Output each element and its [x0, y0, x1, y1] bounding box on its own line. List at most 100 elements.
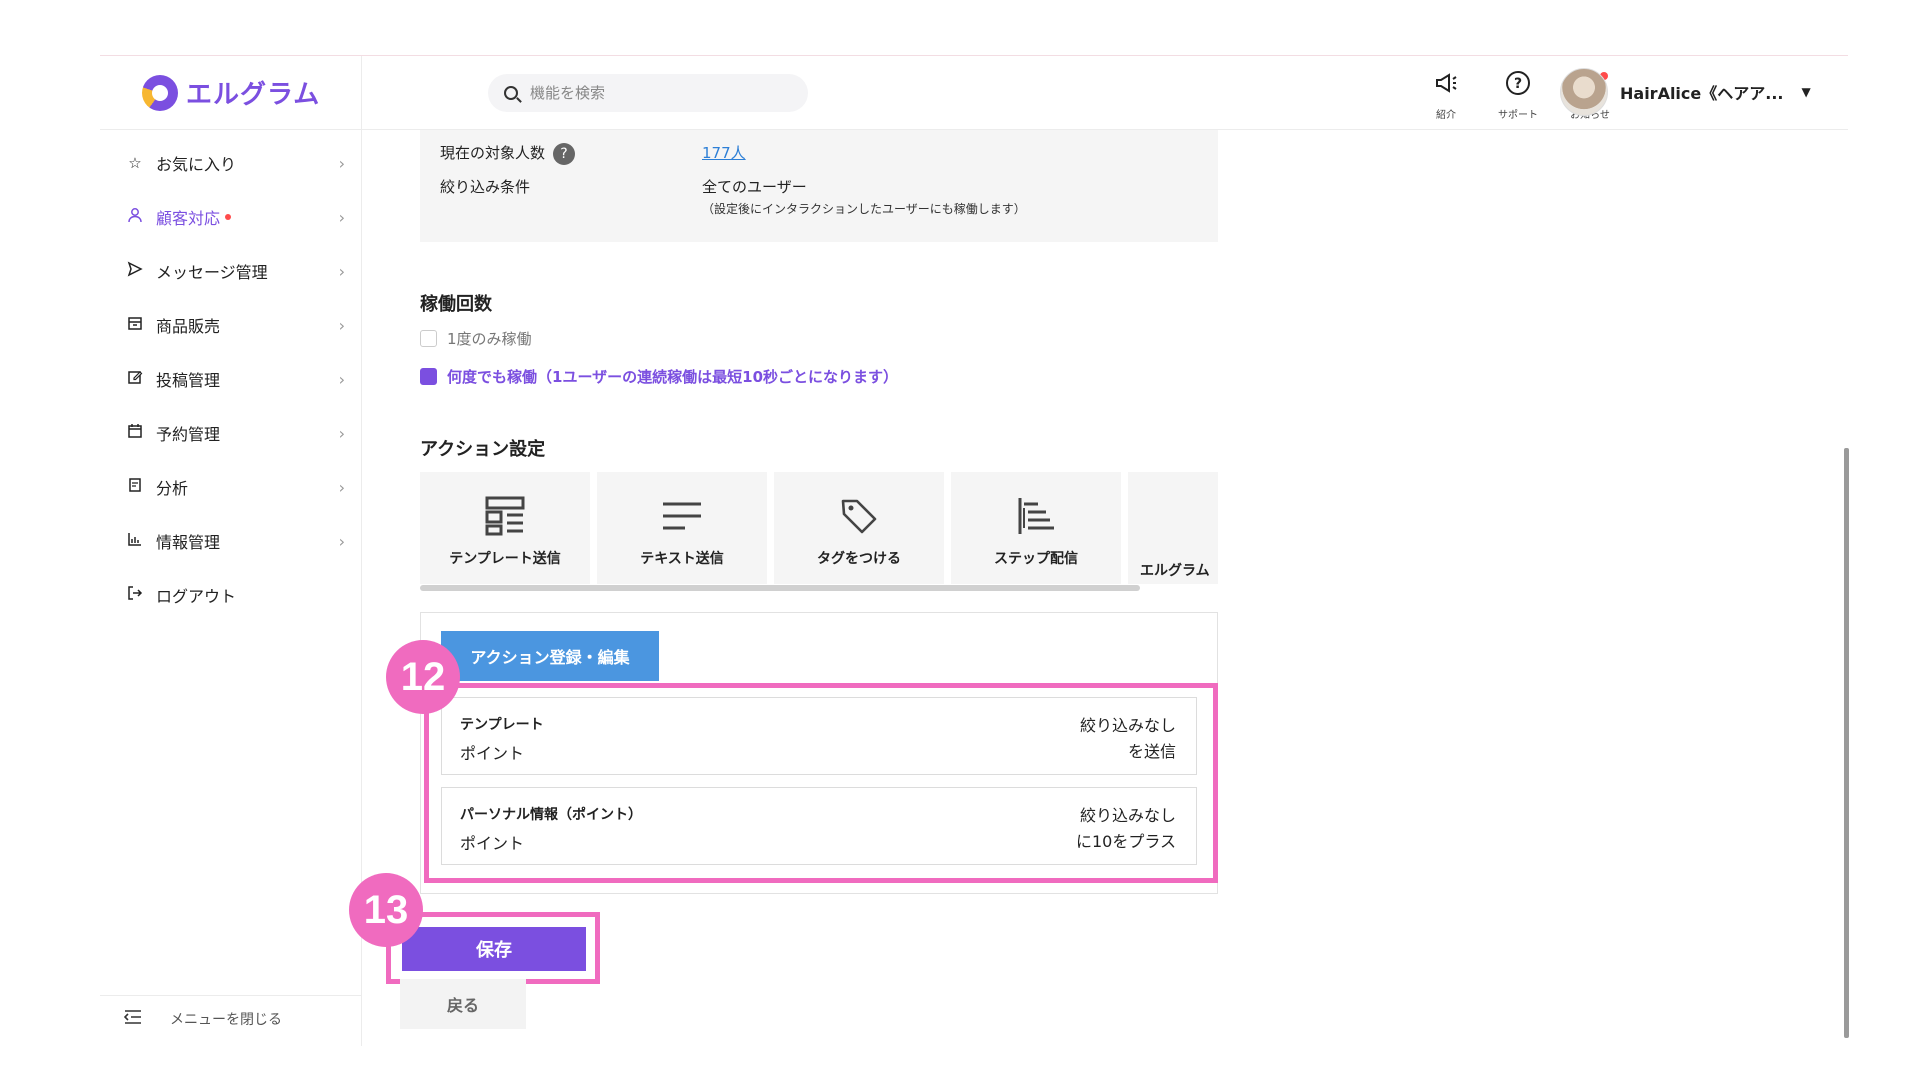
intro-button[interactable]: 紹介 — [1418, 70, 1474, 121]
action-card-more[interactable]: その エルグラム — [1128, 472, 1218, 584]
collapse-menu-button[interactable]: メニューを閉じる — [100, 995, 361, 1041]
checkbox-run-once[interactable] — [420, 330, 437, 347]
sidebar-item-label: 顧客対応 — [156, 209, 221, 228]
action-settings-title: アクション設定 — [420, 439, 546, 460]
filter-condition-note: （設定後にインタラクションしたユーザーにも稼働します） — [702, 202, 1026, 216]
sidebar-item-label: メッセージ管理 — [156, 263, 268, 282]
app-header: エルグラム 紹介 ? サポート お知らせ HairAlice《ヘアア... ▼ — [100, 56, 1848, 130]
chevron-right-icon: › — [338, 315, 345, 335]
action-register-button[interactable]: アクション登録・編集 — [441, 631, 659, 681]
intro-label: 紹介 — [1436, 110, 1456, 121]
target-count-label: 現在の対象人数 — [440, 144, 546, 162]
sidebar-item-logout[interactable]: ログアウト — [100, 568, 361, 622]
collapse-menu-label: メニューを閉じる — [170, 1011, 282, 1028]
text-icon — [597, 494, 767, 538]
sidebar-item-customer[interactable]: 顧客対応 › — [100, 190, 361, 244]
highlight-box-actions — [424, 683, 1218, 883]
action-card-label: その — [1128, 538, 1218, 558]
support-label: サポート — [1498, 110, 1538, 121]
chevron-right-icon: › — [338, 261, 345, 281]
sidebar-item-label: お気に入り — [156, 155, 237, 174]
menu-collapse-icon — [123, 1009, 142, 1028]
star-icon: ☆ — [128, 154, 142, 172]
step-badge-13: 13 — [349, 873, 423, 947]
action-card-label: タグをつける — [817, 551, 901, 567]
caret-down-icon: ▼ — [1801, 85, 1811, 99]
action-card-label: テンプレート送信 — [449, 551, 561, 567]
chevron-right-icon: › — [338, 531, 345, 551]
checkbox-run-many[interactable] — [420, 368, 437, 385]
more-icon — [1128, 494, 1218, 538]
chevron-right-icon: › — [338, 153, 345, 173]
sidebar-item-favorites[interactable]: ☆ お気に入り › — [100, 136, 361, 190]
report-icon — [124, 477, 146, 497]
action-card-step[interactable]: ステップ配信 — [951, 472, 1121, 584]
calendar-icon — [124, 423, 146, 443]
action-card-text[interactable]: テキスト送信 — [597, 472, 767, 584]
action-card-label: ステップ配信 — [994, 551, 1078, 567]
sidebar-item-reservations[interactable]: 予約管理 › — [100, 406, 361, 460]
chevron-right-icon: › — [338, 423, 345, 443]
chevron-right-icon: › — [338, 369, 345, 389]
logo-icon — [142, 74, 178, 111]
action-card-label-2: エルグラム — [1140, 563, 1210, 579]
svg-text:?: ? — [1514, 76, 1522, 92]
sidebar-item-posts[interactable]: 投稿管理 › — [100, 352, 361, 406]
sidebar-item-sales[interactable]: 商品販売 › — [100, 298, 361, 352]
carousel-scrollbar[interactable] — [420, 585, 1140, 591]
option-run-many[interactable]: 何度でも稼働（1ユーザーの連続稼働は最短10秒ごとになります） — [420, 366, 898, 387]
help-icon[interactable]: ? — [553, 142, 576, 165]
support-button[interactable]: ? サポート — [1490, 70, 1546, 121]
filter-condition-value: 全てのユーザー — [702, 178, 807, 196]
target-summary: 現在の対象人数? 177人 絞り込み条件 全てのユーザー （設定後にインタラクシ… — [420, 130, 1218, 242]
megaphone-icon — [1418, 70, 1474, 102]
logo-text: エルグラム — [186, 80, 321, 110]
user-name: HairAlice《ヘアア... — [1620, 84, 1784, 103]
option-run-once[interactable]: 1度のみ稼働 — [420, 328, 532, 349]
app-logo[interactable]: エルグラム — [142, 74, 320, 111]
sidebar-item-label: 分析 — [156, 479, 189, 498]
save-button[interactable]: 保存 — [402, 927, 586, 971]
template-icon — [420, 494, 590, 538]
send-icon — [124, 261, 146, 281]
logout-icon — [124, 585, 146, 605]
avatar — [1560, 68, 1608, 116]
search-input[interactable] — [530, 84, 780, 102]
main-content: 現在の対象人数? 177人 絞り込み条件 全てのユーザー （設定後にインタラクシ… — [349, 130, 1842, 1045]
option-run-many-label: 何度でも稼働（1ユーザーの連続稼働は最短10秒ごとになります） — [447, 368, 899, 386]
alert-dot — [225, 214, 232, 220]
action-card-label: テキスト送信 — [640, 551, 724, 567]
action-card-tag[interactable]: タグをつける — [774, 472, 944, 584]
run-count-title: 稼働回数 — [420, 294, 492, 315]
tag-icon — [774, 494, 944, 538]
search-icon — [504, 86, 518, 100]
page-scrollbar[interactable] — [1844, 448, 1849, 1038]
user-menu[interactable]: HairAlice《ヘアア... ▼ — [1560, 68, 1811, 116]
chevron-right-icon: › — [338, 207, 345, 227]
chart-icon — [124, 531, 146, 551]
filter-condition-label: 絞り込み条件 — [440, 178, 531, 196]
sidebar-item-label: 商品販売 — [156, 317, 221, 336]
target-count-value[interactable]: 177人 — [702, 142, 746, 163]
help-icon: ? — [1490, 70, 1546, 102]
sidebar-nav: ☆ お気に入り › 顧客対応 › メッセージ管理 › 商品販売 › 投稿管理 › — [100, 136, 361, 622]
chevron-right-icon: › — [338, 477, 345, 497]
sidebar-item-label: 投稿管理 — [156, 371, 221, 390]
action-card-template[interactable]: テンプレート送信 — [420, 472, 590, 584]
search-bar[interactable] — [488, 74, 808, 112]
step-badge-12: 12 — [386, 640, 460, 714]
step-icon — [951, 494, 1121, 538]
sidebar-item-label: 情報管理 — [156, 533, 221, 552]
option-run-once-label: 1度のみ稼働 — [447, 330, 532, 348]
action-type-carousel: テンプレート送信 テキスト送信 タグをつける ステップ配信 その エルグラム — [420, 472, 1218, 584]
shop-icon — [124, 315, 146, 335]
sidebar-item-analytics[interactable]: 分析 › — [100, 460, 361, 514]
sidebar-item-messages[interactable]: メッセージ管理 › — [100, 244, 361, 298]
edit-icon — [124, 369, 146, 389]
sidebar-item-label: ログアウト — [156, 587, 237, 606]
sidebar-item-label: 予約管理 — [156, 425, 221, 444]
sidebar-item-info[interactable]: 情報管理 › — [100, 514, 361, 568]
back-button[interactable]: 戻る — [400, 979, 526, 1029]
user-icon — [124, 207, 146, 227]
target-count-row: 現在の対象人数? — [440, 142, 576, 165]
